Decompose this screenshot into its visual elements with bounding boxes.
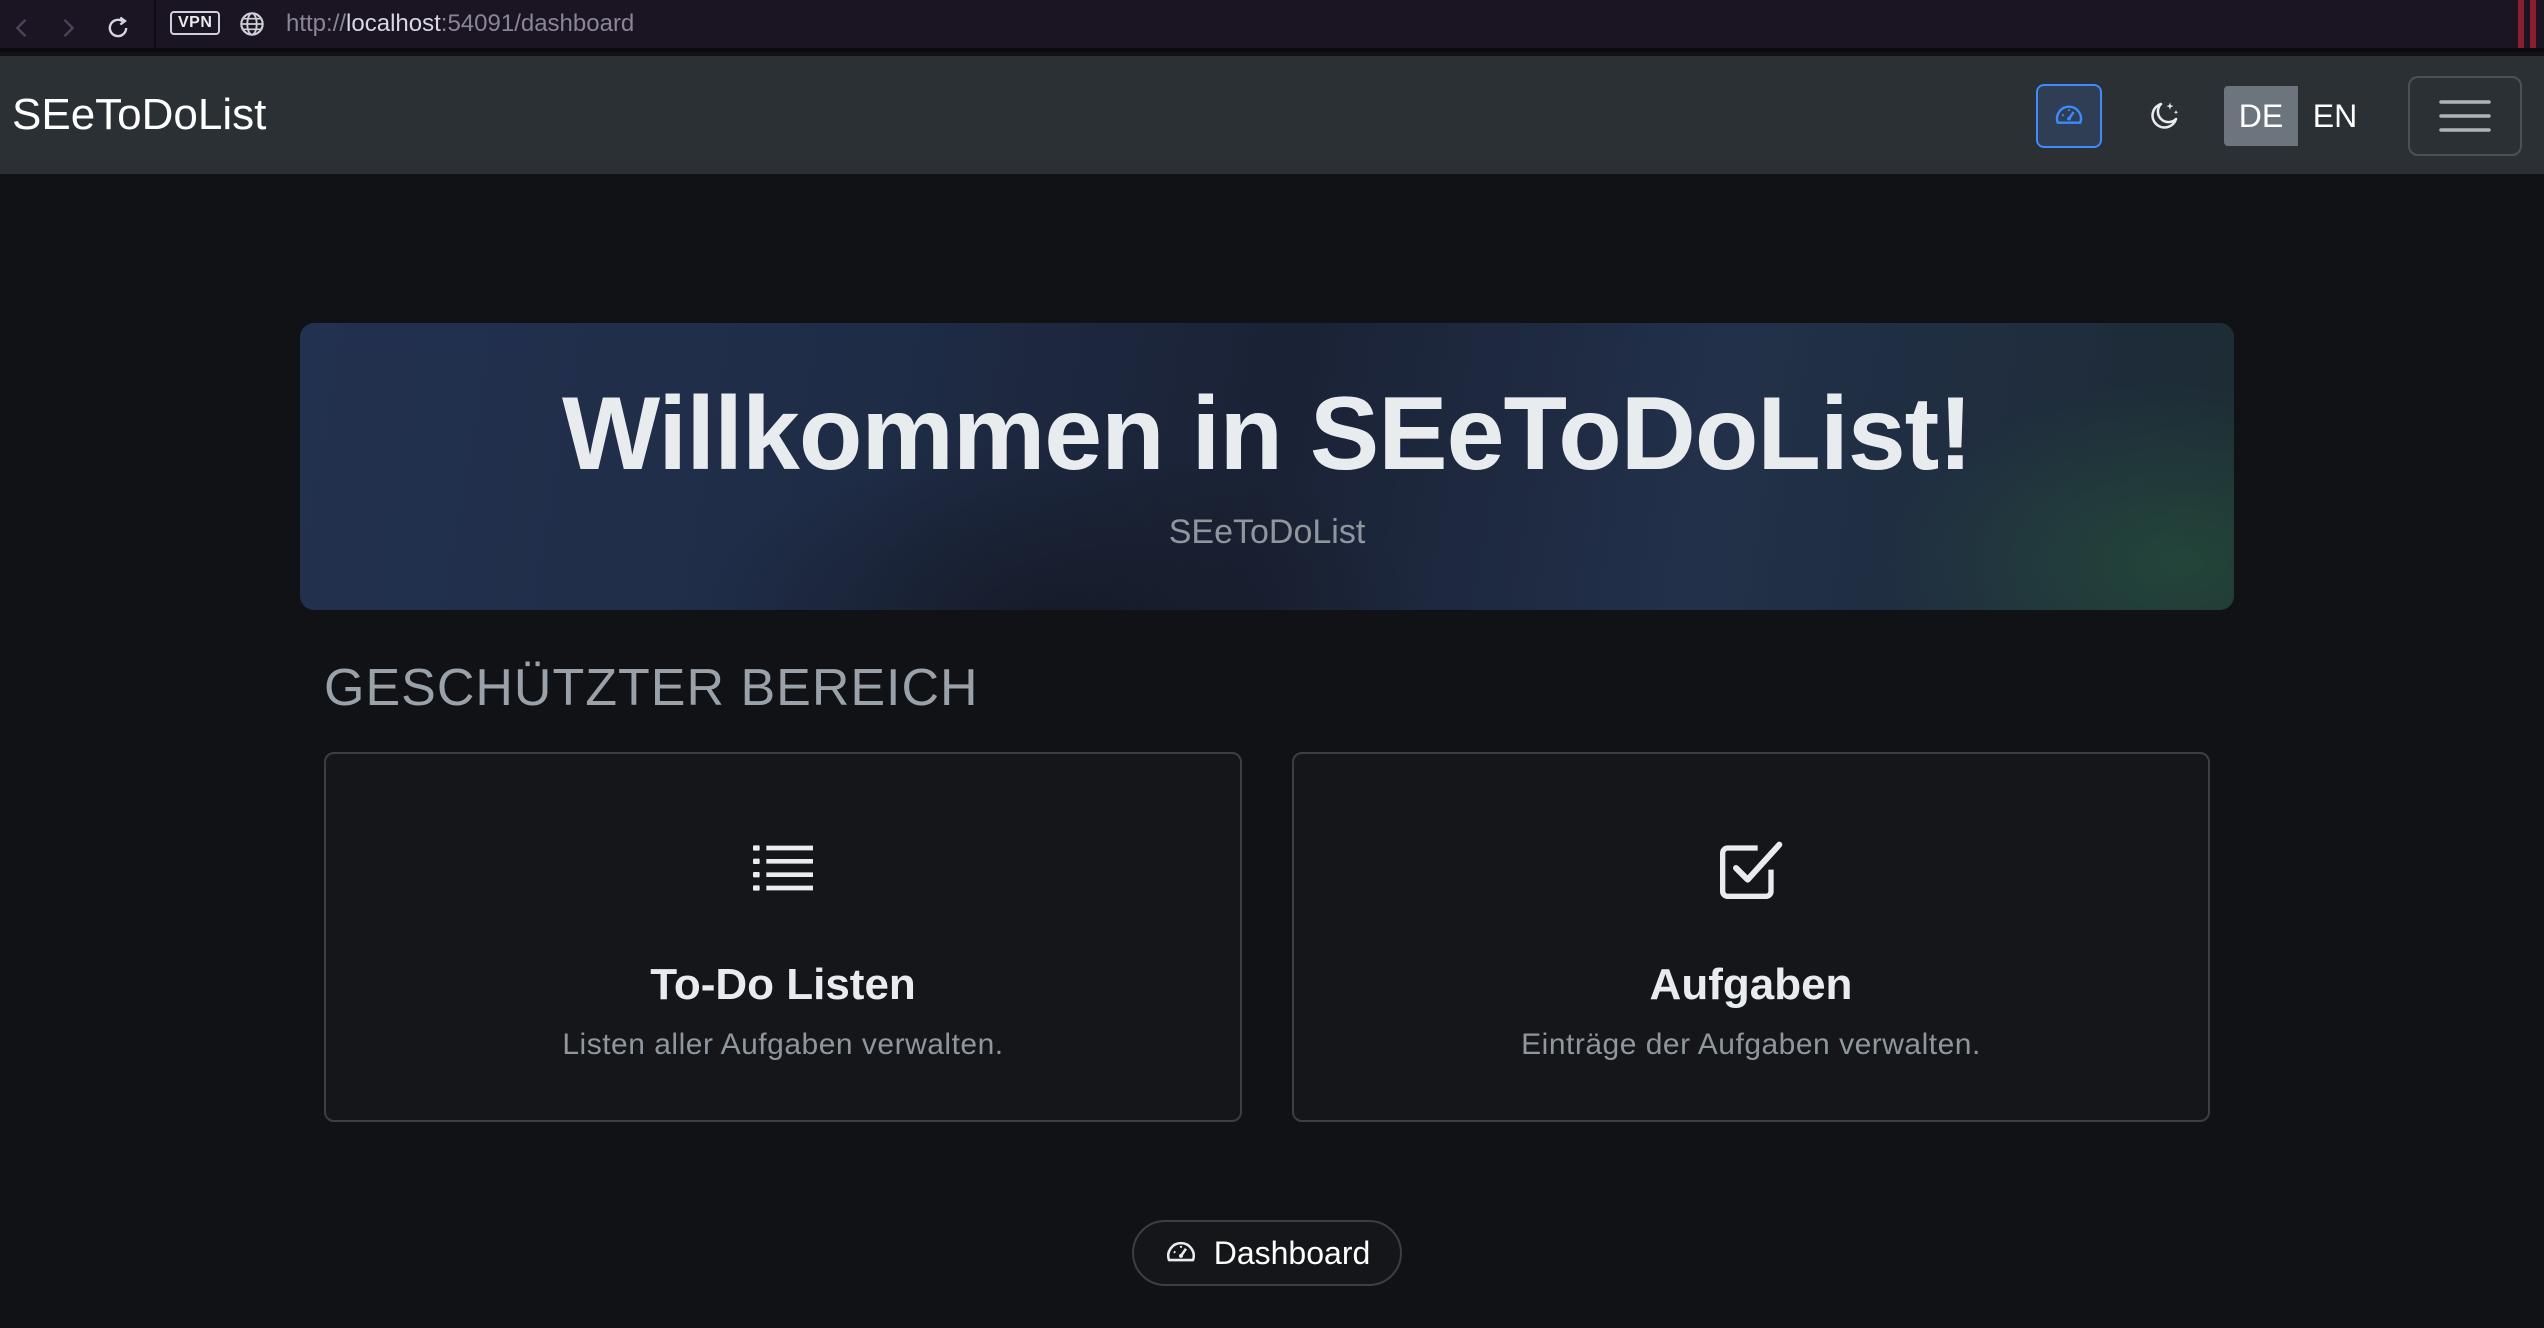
card-tasks[interactable]: Aufgaben Einträge der Aufgaben verwalten… bbox=[1292, 752, 2210, 1122]
navbar-brand[interactable]: SEeToDoList bbox=[12, 90, 266, 140]
url-host: localhost bbox=[346, 10, 441, 37]
card-title: Aufgaben bbox=[1649, 960, 1853, 1009]
vpn-badge[interactable]: VPN bbox=[170, 11, 221, 35]
welcome-hero: Willkommen in SEeToDoList! SEeToDoList bbox=[300, 323, 2234, 610]
speedometer-icon bbox=[1166, 1241, 1195, 1262]
dashboard-link-label: Dashboard bbox=[1213, 1234, 1371, 1271]
navbar-toggler-button[interactable] bbox=[2408, 76, 2522, 156]
hero-title: Willkommen in SEeToDoList! bbox=[562, 376, 1973, 492]
url-prefix: http:// bbox=[286, 10, 347, 37]
card-description: Einträge der Aufgaben verwalten. bbox=[1521, 1028, 1981, 1061]
theme-toggle-button[interactable] bbox=[2132, 84, 2196, 148]
back-icon[interactable] bbox=[2, 8, 42, 48]
address-bar[interactable]: VPN http://localhost:54091/dashboard bbox=[154, 0, 2506, 48]
forward-icon[interactable] bbox=[48, 8, 88, 48]
lang-en-button[interactable]: EN bbox=[2298, 86, 2372, 146]
window-edge-marks bbox=[2514, 0, 2544, 48]
url-path: :54091/dashboard bbox=[440, 10, 635, 37]
dashboard-button[interactable] bbox=[2036, 84, 2102, 148]
dashboard-link-button[interactable]: Dashboard bbox=[1132, 1220, 1402, 1286]
globe-icon bbox=[240, 12, 264, 36]
moon-stars-icon bbox=[2151, 102, 2179, 129]
speedometer-icon bbox=[2055, 105, 2083, 124]
card-todo-lists[interactable]: To-Do Listen Listen aller Aufgaben verwa… bbox=[324, 752, 1242, 1122]
url-text[interactable]: http://localhost:54091/dashboard bbox=[286, 10, 634, 38]
lang-de-button[interactable]: DE bbox=[2224, 86, 2298, 146]
section-title: GESCHÜTZTER BEREICH bbox=[324, 659, 979, 717]
browser-toolbar: VPN http://localhost:54091/dashboard bbox=[0, 0, 2544, 52]
list-icon bbox=[753, 845, 813, 891]
app-navbar: SEeToDoList DE EN bbox=[0, 56, 2544, 174]
card-description: Listen aller Aufgaben verwalten. bbox=[562, 1028, 1004, 1061]
hamburger-menu-icon bbox=[2439, 100, 2491, 132]
check-square-icon bbox=[1720, 841, 1783, 899]
hero-subtitle: SEeToDoList bbox=[1168, 513, 1366, 551]
card-title: To-Do Listen bbox=[650, 960, 916, 1009]
reload-icon[interactable] bbox=[98, 8, 138, 48]
